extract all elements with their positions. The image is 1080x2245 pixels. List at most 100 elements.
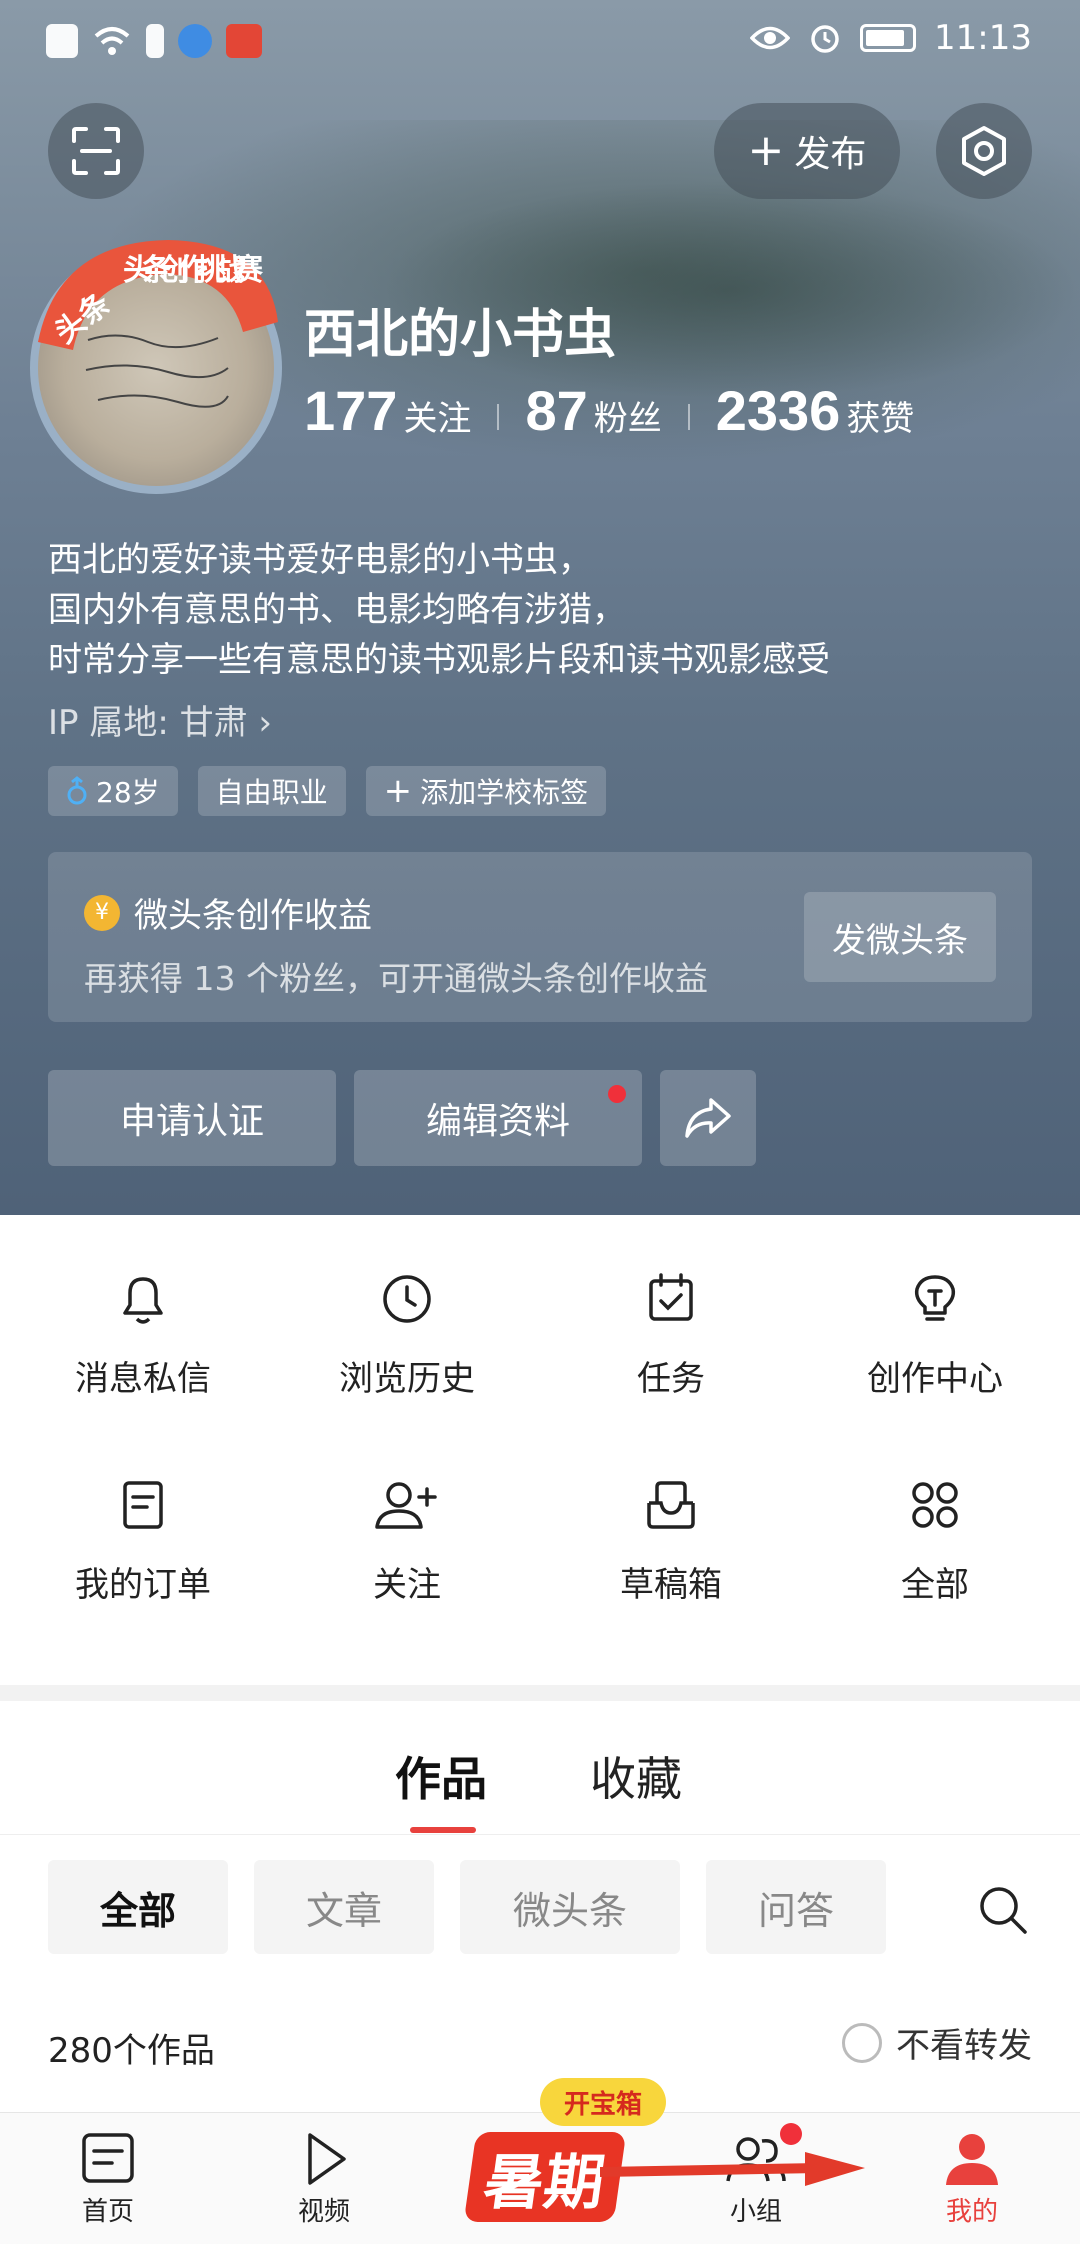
play-icon [308, 2133, 346, 2185]
share-icon [685, 1098, 731, 1138]
coin-icon: ¥ [84, 894, 120, 931]
status-icons-right: 11:13 [750, 18, 1032, 58]
news-app-icon [226, 24, 262, 58]
home-doc-icon [82, 2133, 134, 2183]
nickname: 西北的小书虫 [304, 305, 617, 365]
add-school-tag-button[interactable]: + 添加学校标签 [365, 766, 607, 816]
drafts-item[interactable]: 草稿箱 [536, 1421, 806, 1621]
nav-video-label: 视频 [297, 2197, 350, 2227]
clock-icon [383, 1275, 431, 1323]
publish-label: 发布 [794, 134, 867, 175]
nav-group-label: 小组 [729, 2197, 782, 2227]
likes-count[interactable]: 2336 [716, 378, 841, 443]
tab-favorites[interactable]: 收藏 [590, 1743, 682, 1809]
age-tag[interactable]: 28岁 [48, 766, 178, 816]
following-item-label: 关注 [373, 1565, 441, 1605]
search-icon[interactable] [975, 1882, 1031, 1938]
group-notification-dot [780, 2123, 802, 2145]
profile-stats: 177 关注 87 粉丝 2336 获赞 [304, 378, 914, 443]
income-title-row: ¥ 微头条创作收益 [84, 888, 372, 937]
filter-all[interactable]: 全部 [48, 1860, 228, 1954]
bio-line: 西北的爱好读书爱好电影的小书虫， [48, 540, 592, 580]
ip-location-link[interactable]: IP 属地: 甘肃 › [48, 695, 272, 744]
add-school-label: 添加学校标签 [420, 776, 589, 809]
history-item[interactable]: 浏览历史 [272, 1215, 542, 1415]
battery-icon [860, 24, 917, 52]
tasks-item[interactable]: 任务 [536, 1215, 806, 1415]
alert-icon [46, 24, 78, 58]
all-features-item[interactable]: 全部 [800, 1421, 1070, 1621]
hide-reposts-label: 不看转发 [896, 2026, 1032, 2066]
active-tab-indicator [410, 1827, 476, 1833]
drafts-label: 草稿箱 [620, 1565, 722, 1605]
history-label: 浏览历史 [339, 1359, 475, 1399]
bulb-icon [914, 1275, 956, 1321]
following-item[interactable]: 关注 [272, 1421, 542, 1621]
edit-profile-button[interactable]: 编辑资料 [354, 1070, 642, 1166]
scan-icon [72, 127, 120, 175]
status-bar: 11:13 [0, 0, 1080, 86]
plus-icon: + [747, 125, 785, 176]
works-count: 280个作品 [48, 2031, 215, 2071]
inbox-icon [647, 1481, 695, 1529]
plus-icon: + [383, 771, 413, 811]
nav-mine[interactable]: 我的 [892, 2113, 1052, 2245]
settings-hexagon-icon [962, 126, 1006, 176]
income-description: 再获得 13 个粉丝，可开通微头条创作收益 [84, 959, 708, 998]
background-trees [380, 180, 1080, 400]
apps-icon [912, 1482, 958, 1528]
profile-tags: 28岁 自由职业 + 添加学校标签 [48, 766, 607, 816]
job-label: 自由职业 [215, 776, 328, 809]
profile-icon [946, 2134, 998, 2185]
status-icons-left [46, 24, 262, 58]
eye-icon [750, 26, 791, 50]
nav-video[interactable]: 视频 [244, 2113, 404, 2245]
calendar-check-icon [649, 1273, 693, 1321]
job-tag[interactable]: 自由职业 [197, 766, 346, 816]
publish-button[interactable]: + 发布 [714, 103, 900, 199]
settings-button[interactable] [936, 103, 1032, 199]
battery-warning-icon [146, 24, 164, 58]
tab-works[interactable]: 作品 [395, 1743, 487, 1809]
followers-label: 粉丝 [593, 399, 662, 439]
clock-time: 11:13 [934, 18, 1032, 58]
nav-home[interactable]: 首页 [28, 2113, 188, 2245]
creator-center-label: 创作中心 [867, 1359, 1003, 1399]
chevron-right-icon: › [258, 703, 273, 743]
filter-qa[interactable]: 问答 [706, 1860, 886, 1954]
add-user-icon [375, 1482, 437, 1529]
nav-home-label: 首页 [81, 2197, 134, 2227]
likes-label: 获赞 [846, 399, 915, 439]
filter-micro-posts[interactable]: 微头条 [460, 1860, 680, 1954]
wifi-icon [94, 27, 130, 55]
filter-articles[interactable]: 文章 [254, 1860, 434, 1954]
share-button[interactable] [660, 1070, 756, 1166]
badge-text: 头条创作挑战赛 [123, 253, 264, 288]
creator-center-item[interactable]: 创作中心 [800, 1215, 1070, 1415]
scan-button[interactable] [48, 103, 144, 199]
following-label: 关注 [403, 399, 472, 439]
following-count[interactable]: 177 [304, 378, 397, 443]
messages-label: 消息私信 [75, 1359, 211, 1399]
stats-divider [497, 404, 500, 430]
orders-label: 我的订单 [75, 1565, 211, 1605]
stats-divider [687, 404, 690, 430]
post-weitoutiao-button[interactable]: 发微头条 [804, 892, 996, 982]
apply-verification-button[interactable]: 申请认证 [48, 1070, 336, 1166]
hide-reposts-toggle[interactable]: 不看转发 [842, 2018, 1032, 2067]
bio-line: 国内外有意思的书、电影均略有涉猎， [48, 590, 626, 630]
bio: 西北的爱好读书爱好电影的小书虫， 国内外有意思的书、电影均略有涉猎， 时常分享一… [48, 535, 830, 685]
red-arrow-annotation [600, 2152, 865, 2186]
bell-icon [123, 1277, 163, 1324]
nav-mine-label: 我的 [945, 2197, 998, 2227]
ip-location: IP 属地: 甘肃 [48, 703, 248, 743]
orders-item[interactable]: 我的订单 [8, 1421, 278, 1621]
challenge-badge: 头条 头条创作挑战赛 [38, 240, 278, 351]
tasks-label: 任务 [637, 1359, 705, 1399]
section-divider [0, 1685, 1080, 1701]
income-title: 微头条创作收益 [134, 896, 372, 936]
followers-count[interactable]: 87 [525, 378, 587, 443]
creation-income-card[interactable]: ¥ 微头条创作收益 再获得 13 个粉丝，可开通微头条创作收益 发微头条 [48, 852, 1032, 1022]
male-icon [67, 776, 87, 805]
messages-item[interactable]: 消息私信 [8, 1215, 278, 1415]
